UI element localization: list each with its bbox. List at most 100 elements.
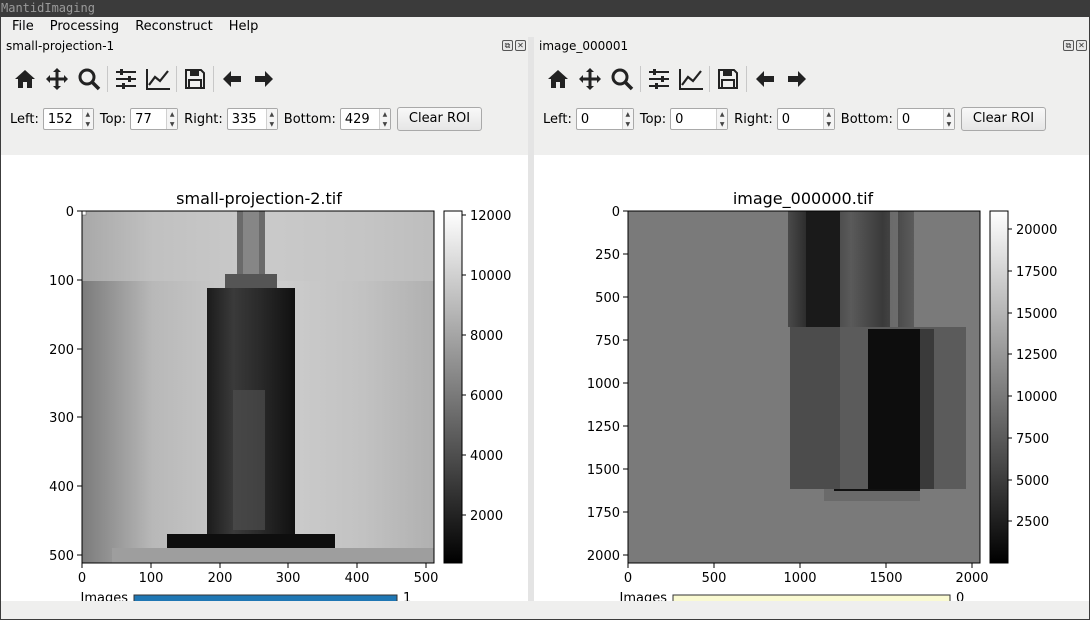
roi-top-spinbox[interactable]: 77 ▲ ▼ — [130, 108, 179, 130]
stack-window-left: small-projection-1 ⧉ ✕ Left: 152 ▲ ▼ Top: … — [1, 37, 528, 608]
roi-right-value: 335 — [231, 111, 257, 127]
colorbar-tick-label: 7500 — [1016, 432, 1049, 447]
image-slider[interactable]: Images 0 — [620, 591, 965, 608]
edit-axis-icon[interactable] — [142, 63, 174, 95]
roi-bottom-spinbox[interactable]: 0 ▲ ▼ — [896, 108, 955, 130]
x-tick-label: 1000 — [783, 571, 816, 586]
toolbar-separator — [746, 66, 747, 92]
x-tick-label: 2000 — [955, 571, 988, 586]
colorbar-tick-label: 12500 — [1016, 348, 1057, 363]
roi-bottom-value: 0 — [901, 111, 911, 127]
colorbar-tick-label: 10000 — [470, 269, 511, 284]
forward-icon[interactable] — [248, 63, 280, 95]
plot-canvas[interactable]: small-projection-2.tif 0 100 200 300 400… — [1, 155, 528, 608]
roi-left-label: Left: — [10, 111, 39, 127]
y-tick-label: 1000 — [587, 377, 620, 392]
roi-left-spinbox[interactable]: 152 ▲ ▼ — [42, 108, 94, 130]
home-icon[interactable] — [9, 63, 41, 95]
image-axes[interactable] — [627, 210, 981, 564]
colorbar: 20000 17500 15000 12500 10000 7500 5000 … — [989, 210, 1057, 564]
roi-right-label: Right: — [184, 111, 223, 127]
back-icon[interactable] — [216, 63, 248, 95]
menu-bar: File Processing Reconstruct Help — [1, 17, 1089, 37]
colorbar-tick-label: 12000 — [470, 209, 511, 224]
toolbar-separator — [107, 66, 108, 92]
colorbar-tick-label: 4000 — [470, 449, 503, 464]
roi-top-label: Top: — [99, 111, 127, 127]
colorbar-tick-label: 6000 — [470, 389, 503, 404]
colorbar-tick-label: 2500 — [1016, 515, 1049, 530]
roi-controls: Left: 152 ▲ ▼ Top: 77 ▲ ▼ Right: 335 ▲ ▼ Botto… — [1, 102, 528, 136]
roi-right-spinbox[interactable]: 335 ▲ ▼ — [226, 108, 278, 130]
plot-figure[interactable]: small-projection-2.tif 0 100 200 300 400… — [1, 155, 528, 608]
slider-value: 0 — [956, 591, 964, 601]
toolbar-separator — [640, 66, 641, 92]
clear-roi-button[interactable]: Clear ROI — [396, 107, 483, 131]
clear-roi-button[interactable]: Clear ROI — [960, 107, 1047, 131]
save-icon[interactable] — [712, 63, 744, 95]
edit-axis-icon[interactable] — [675, 63, 707, 95]
roi-top-value: 77 — [135, 111, 152, 127]
home-icon[interactable] — [542, 63, 574, 95]
slider-label: Images — [81, 591, 129, 601]
roi-right-spinbox[interactable]: 0 ▲ ▼ — [776, 108, 835, 130]
slider-label: Images — [620, 591, 668, 601]
roi-top-label: Top: — [639, 111, 667, 127]
pan-icon[interactable] — [41, 63, 73, 95]
toolbar-separator — [213, 66, 214, 92]
pan-icon[interactable] — [574, 63, 606, 95]
roi-controls: Left: 0 ▲ ▼ Top: 0 ▲ ▼ Right: 0 ▲ ▼ Bottom: 0 ▲… — [534, 102, 1089, 136]
colorbar-tick-label: 10000 — [1016, 390, 1057, 405]
close-icon[interactable]: ✕ — [515, 40, 526, 51]
zoom-icon[interactable] — [73, 63, 105, 95]
x-tick-label: 0 — [624, 571, 632, 586]
app-title: MantidImaging — [1, 1, 95, 15]
roi-left-value: 0 — [580, 111, 590, 127]
x-tick-label: 100 — [139, 571, 164, 586]
float-icon[interactable]: ⧉ — [502, 40, 513, 51]
zoom-icon[interactable] — [606, 63, 638, 95]
status-bar — [1, 601, 1089, 619]
colorbar-tick-label: 2000 — [470, 509, 503, 524]
configure-subplots-icon[interactable] — [110, 63, 142, 95]
y-tick-label: 300 — [49, 411, 74, 426]
plot-canvas[interactable]: image_000000.tif 0 250 500 750 1000 1250… — [534, 155, 1089, 608]
colorbar-tick-label: 8000 — [470, 329, 503, 344]
y-tick-label: 500 — [595, 291, 620, 306]
roi-bottom-spinbox[interactable]: 429 ▲ ▼ — [339, 108, 391, 130]
back-icon[interactable] — [749, 63, 781, 95]
plot-toolbar — [1, 56, 528, 102]
y-tick-label: 750 — [595, 334, 620, 349]
plot-figure[interactable]: image_000000.tif 0 250 500 750 1000 1250… — [534, 155, 1089, 608]
image-slider[interactable]: Images 1 — [81, 591, 412, 608]
roi-left-spinbox[interactable]: 0 ▲ ▼ — [575, 108, 634, 130]
x-tick-label: 0 — [78, 571, 86, 586]
plot-title: image_000000.tif — [733, 189, 874, 209]
roi-bottom-value: 429 — [344, 111, 370, 127]
forward-icon[interactable] — [781, 63, 813, 95]
image-axes[interactable] — [81, 210, 435, 564]
stack-window-right: image_000001 ⧉ ✕ Left: 0 ▲ ▼ Top: 0 ▲ ▼ Righ… — [534, 37, 1089, 608]
y-tick-label: 0 — [612, 205, 620, 220]
dock-title: image_000001 — [539, 39, 629, 53]
menu-processing[interactable]: Processing — [43, 17, 126, 37]
toolbar-separator — [709, 66, 710, 92]
x-tick-label: 1500 — [869, 571, 902, 586]
roi-top-spinbox[interactable]: 0 ▲ ▼ — [670, 108, 729, 130]
y-tick-label: 2000 — [587, 549, 620, 564]
menu-reconstruct[interactable]: Reconstruct — [128, 17, 220, 37]
menu-file[interactable]: File — [5, 17, 41, 37]
configure-subplots-icon[interactable] — [643, 63, 675, 95]
roi-bottom-label: Bottom: — [840, 111, 893, 127]
menu-help[interactable]: Help — [222, 17, 266, 37]
float-icon[interactable]: ⧉ — [1063, 40, 1074, 51]
save-icon[interactable] — [179, 63, 211, 95]
close-icon[interactable]: ✕ — [1076, 40, 1087, 51]
roi-left-value: 152 — [47, 111, 73, 127]
x-axis: 0 500 1000 1500 2000 — [624, 563, 989, 586]
y-axis: 0 100 200 300 400 500 — [49, 205, 82, 564]
x-tick-label: 300 — [276, 571, 301, 586]
x-tick-label: 500 — [702, 571, 727, 586]
roi-top-value: 0 — [675, 111, 684, 127]
roi-right-label: Right: — [734, 111, 773, 127]
